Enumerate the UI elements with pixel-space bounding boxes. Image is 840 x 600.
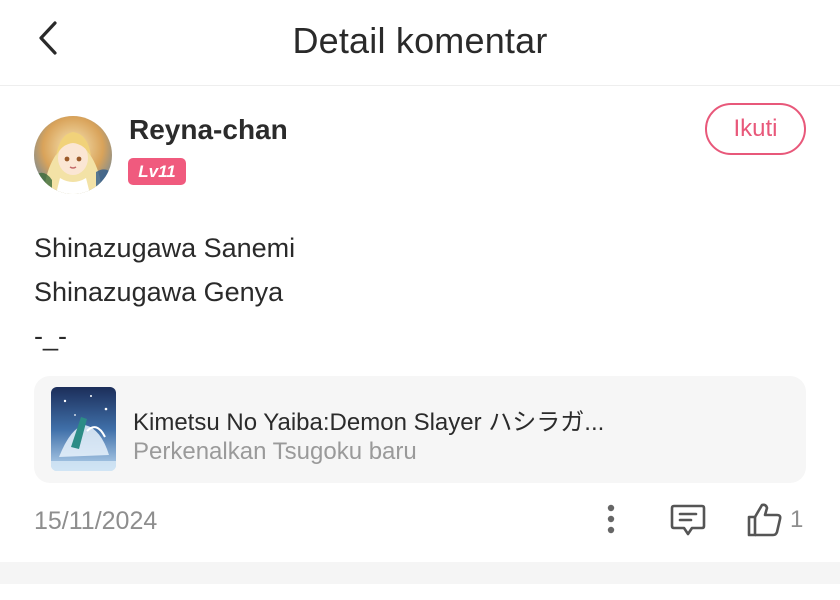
thumbs-up-icon <box>747 503 782 537</box>
comment-line: Shinazugawa Sanemi <box>34 233 296 263</box>
more-options-button[interactable] <box>598 502 624 536</box>
follow-button[interactable]: Ikuti <box>705 103 806 155</box>
game-subtitle: Perkenalkan Tsugoku baru <box>133 438 417 465</box>
comment-line: Shinazugawa Genya <box>34 277 284 307</box>
like-count: 1 <box>790 506 804 533</box>
username[interactable]: Reyna-chan <box>129 114 288 146</box>
game-thumbnail <box>51 387 116 471</box>
level-badge: Lv11 <box>128 158 186 185</box>
section-divider <box>0 562 840 584</box>
top-bar: Detail komentar <box>0 0 840 86</box>
comment-date: 15/11/2024 <box>34 507 158 535</box>
reply-button[interactable] <box>668 501 708 539</box>
more-vertical-icon <box>607 504 615 534</box>
comment-text: Shinazugawa Sanemi Shinazugawa Genya -_- <box>34 226 295 358</box>
like-button[interactable]: 1 <box>746 500 812 540</box>
avatar-image <box>34 116 112 194</box>
game-card[interactable]: Kimetsu No Yaiba:Demon Slayer ハシラガ... Pe… <box>34 376 806 483</box>
comment-icon <box>670 504 706 536</box>
avatar[interactable] <box>34 116 112 194</box>
game-title: Kimetsu No Yaiba:Demon Slayer ハシラガ... <box>133 409 605 436</box>
page-title: Detail komentar <box>292 20 548 61</box>
comment-line: -_- <box>34 321 67 351</box>
